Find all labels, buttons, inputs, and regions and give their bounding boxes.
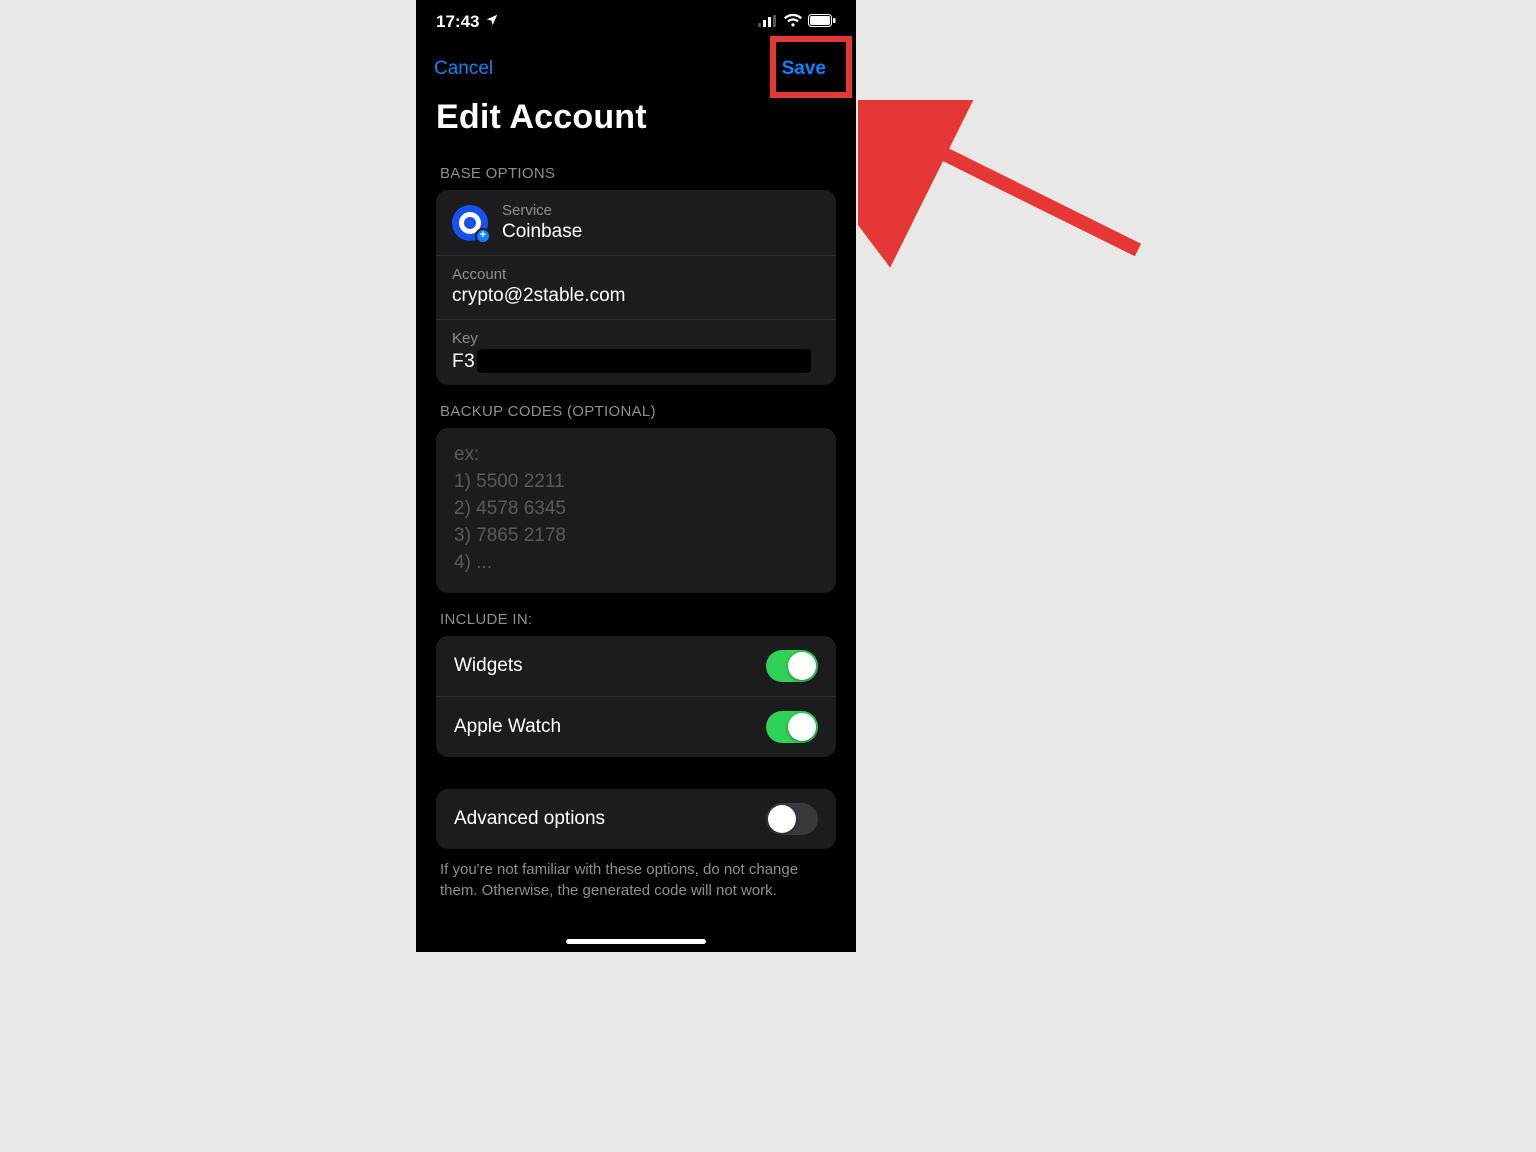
key-prefix: F3 xyxy=(452,351,475,372)
annotation-arrow-icon xyxy=(858,100,1158,270)
wifi-icon xyxy=(784,12,802,32)
nav-bar: Cancel Save xyxy=(416,44,856,92)
widgets-row: Widgets xyxy=(436,636,836,696)
status-time: 17:43 xyxy=(436,12,479,32)
cellular-icon xyxy=(758,12,778,32)
widgets-toggle[interactable] xyxy=(766,650,818,682)
save-button[interactable]: Save xyxy=(770,50,838,88)
phone-screen: 17:43 Cancel Save Ed xyxy=(416,0,856,952)
battery-icon xyxy=(808,12,836,32)
key-mask xyxy=(477,349,811,373)
section-header-include: INCLUDE IN: xyxy=(416,593,856,636)
page-title: Edit Account xyxy=(416,92,856,147)
base-options-card: + Service Coinbase Account crypto@2stabl… xyxy=(436,190,836,385)
advanced-card: Advanced options xyxy=(436,789,836,849)
advanced-footnote: If you're not familiar with these option… xyxy=(416,849,856,901)
service-value: Coinbase xyxy=(502,221,582,243)
advanced-row: Advanced options xyxy=(436,789,836,849)
status-bar: 17:43 xyxy=(416,0,856,44)
home-indicator[interactable] xyxy=(566,939,706,944)
advanced-label: Advanced options xyxy=(454,808,605,830)
applewatch-label: Apple Watch xyxy=(454,716,561,738)
section-header-backup: BACKUP CODES (OPTIONAL) xyxy=(416,385,856,428)
backup-codes-field[interactable]: ex: 1) 5500 2211 2) 4578 6345 3) 7865 21… xyxy=(436,428,836,593)
service-icon: + xyxy=(452,205,488,241)
cancel-button[interactable]: Cancel xyxy=(434,58,493,80)
account-value: crypto@2stable.com xyxy=(452,285,820,307)
applewatch-toggle[interactable] xyxy=(766,711,818,743)
include-card: Widgets Apple Watch xyxy=(436,636,836,757)
applewatch-row: Apple Watch xyxy=(436,696,836,757)
backup-placeholder: ex: 1) 5500 2211 2) 4578 6345 3) 7865 21… xyxy=(454,442,818,577)
account-label: Account xyxy=(452,266,820,283)
widgets-label: Widgets xyxy=(454,655,523,677)
location-icon xyxy=(485,12,499,32)
key-label: Key xyxy=(452,330,820,347)
section-header-base: BASE OPTIONS xyxy=(416,147,856,190)
service-label: Service xyxy=(502,202,582,219)
service-row[interactable]: + Service Coinbase xyxy=(436,190,836,255)
add-badge-icon: + xyxy=(475,228,491,244)
advanced-toggle[interactable] xyxy=(766,803,818,835)
key-row[interactable]: Key F3 xyxy=(436,319,836,385)
account-row[interactable]: Account crypto@2stable.com xyxy=(436,255,836,319)
